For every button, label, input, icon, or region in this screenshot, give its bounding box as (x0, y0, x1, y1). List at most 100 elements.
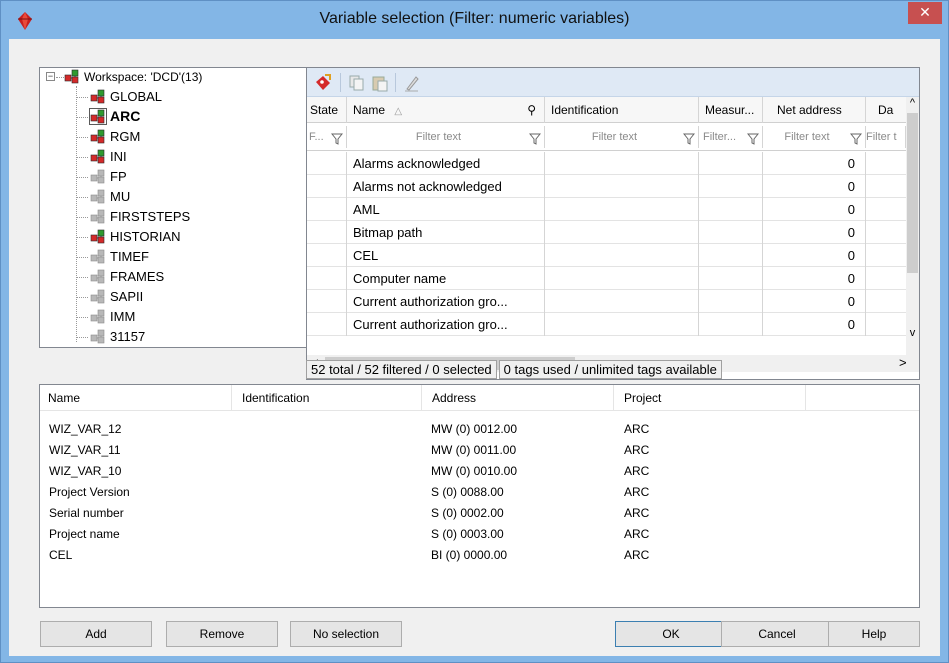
filter-funnel-icon[interactable] (682, 131, 696, 145)
tree-item-project[interactable]: FP (90, 167, 127, 186)
binoculars-search-icon[interactable]: ⚲ (527, 97, 536, 123)
grid-row[interactable]: CEL 0 (307, 244, 906, 267)
scroll-right-arrow-icon[interactable]: > (899, 355, 907, 371)
filter-cell[interactable]: Filter text (545, 126, 699, 148)
grid-cell (545, 175, 699, 198)
tree-item-label: IMM (110, 309, 136, 324)
add-button[interactable]: Add (40, 621, 152, 647)
no-selection-button[interactable]: No selection (290, 621, 402, 647)
tree-line (76, 257, 88, 258)
selected-variable-row[interactable]: WIZ_VAR_11 MW (0) 0011.00 ARC (40, 440, 919, 461)
status-tags: 0 tags used / unlimited tags available (498, 360, 722, 379)
grid-cell-name: Alarms acknowledged (347, 152, 545, 175)
scroll-up-arrow-icon[interactable]: ^ (906, 97, 919, 111)
selected-variable-row[interactable]: Project name S (0) 0003.00 ARC (40, 524, 919, 545)
filter-funnel-icon[interactable] (849, 131, 863, 145)
tree-item-project[interactable]: 31157 (90, 327, 145, 346)
grid-cell (866, 290, 906, 313)
filter-funnel-icon[interactable] (528, 131, 542, 145)
tag-add-icon[interactable] (313, 73, 333, 93)
col-header-state[interactable]: State (307, 97, 347, 123)
tree-item-project[interactable]: IMM (90, 307, 135, 326)
selected-variables-list: Name Identification Address Project WIZ_… (39, 384, 920, 608)
cancel-button[interactable]: Cancel (721, 621, 833, 647)
grid-cell-name: AML (347, 198, 545, 221)
tree-item-project[interactable]: MU (90, 187, 130, 206)
grid-cell (866, 198, 906, 221)
filter-cell[interactable]: Filter text (763, 126, 866, 148)
tree-line (76, 157, 88, 158)
filter-cell[interactable]: Filter text (347, 126, 545, 148)
tree-collapse-toggle[interactable]: − (46, 72, 55, 81)
tree-item-label: RGM (110, 129, 141, 144)
grid-row[interactable]: Alarms acknowledged 0 (307, 152, 906, 175)
project-icon (90, 169, 106, 184)
col-header-data-type[interactable]: Da (866, 97, 906, 123)
sel-cell-project: ARC (624, 485, 650, 499)
col-header-measuring-unit[interactable]: Measur... (699, 97, 763, 123)
tree-item-project[interactable]: FIRSTSTEPS (90, 207, 190, 226)
close-button[interactable]: ✕ (908, 2, 942, 24)
scroll-down-arrow-icon[interactable]: v (906, 327, 919, 341)
tree-item-project[interactable]: FRAMES (90, 267, 164, 286)
sel-col-header-project[interactable]: Project (614, 385, 806, 411)
col-header-identification[interactable]: Identification (545, 97, 699, 123)
grid-row[interactable]: AML 0 (307, 198, 906, 221)
col-header-net-address[interactable]: Net address (763, 97, 866, 123)
tree-item-project[interactable]: HISTORIAN (90, 227, 181, 246)
tree-line (56, 77, 64, 78)
grid-row[interactable]: Alarms not acknowledged 0 (307, 175, 906, 198)
sel-cell-address: S (0) 0003.00 (431, 527, 504, 541)
paste-icon[interactable] (370, 73, 390, 93)
project-icon (90, 209, 106, 224)
tree-item-project[interactable]: RGM (90, 127, 140, 146)
grid-cell (699, 244, 763, 267)
filter-cell[interactable]: Filter t (866, 126, 906, 148)
sel-col-header-address[interactable]: Address (422, 385, 614, 411)
grid-row[interactable]: Current authorization gro... 0 (307, 290, 906, 313)
col-header-name[interactable]: Name △ ⚲ (347, 97, 545, 123)
sel-cell-name: Project Version (49, 485, 130, 499)
edit-pencil-icon[interactable] (402, 73, 422, 93)
vertical-scroll-thumb[interactable] (907, 113, 918, 273)
grid-cell (699, 313, 763, 336)
filter-placeholder: Filter text (784, 131, 830, 143)
grid-row[interactable]: Computer name 0 (307, 267, 906, 290)
grid-vertical-scrollbar[interactable]: ^ v (906, 97, 919, 355)
selected-variable-row[interactable]: CEL BI (0) 0000.00 ARC (40, 545, 919, 566)
project-icon (90, 249, 106, 264)
selected-variable-row[interactable]: Serial number S (0) 0002.00 ARC (40, 503, 919, 524)
tree-line (76, 197, 88, 198)
grid-cell (545, 152, 699, 175)
tree-item-label: ARC (110, 108, 141, 124)
tree-item-project[interactable]: TIMEF (90, 247, 149, 266)
tree-item-project[interactable]: ARC (89, 107, 141, 126)
ok-button[interactable]: OK (615, 621, 727, 647)
selected-variable-row[interactable]: WIZ_VAR_10 MW (0) 0010.00 ARC (40, 461, 919, 482)
dialog-client-area: − Workspace: 'DCD'(13) GLOBAL ARC RGM INI FP… (9, 39, 940, 656)
grid-row[interactable]: Current authorization gro... 0 (307, 313, 906, 336)
selected-variable-row[interactable]: Project Version S (0) 0088.00 ARC (40, 482, 919, 503)
project-tree[interactable]: − Workspace: 'DCD'(13) GLOBAL ARC RGM INI FP… (39, 67, 310, 348)
project-icon (90, 289, 106, 304)
title-bar[interactable]: Variable selection (Filter: numeric vari… (1, 1, 948, 39)
project-icon (90, 309, 106, 324)
selected-variable-row[interactable]: WIZ_VAR_12 MW (0) 0012.00 ARC (40, 419, 919, 440)
filter-cell[interactable]: F... (307, 126, 347, 148)
grid-row[interactable]: Bitmap path 0 (307, 221, 906, 244)
copy-icon[interactable] (347, 73, 367, 93)
filter-cell[interactable]: Filter... (699, 126, 763, 148)
grid-cell (307, 198, 347, 221)
sel-col-header-identification[interactable]: Identification (232, 385, 422, 411)
help-button[interactable]: Help (828, 621, 920, 647)
grid-cell (699, 175, 763, 198)
grid-cell-net-address: 0 (763, 313, 866, 336)
tree-item-project[interactable]: SAPII (90, 287, 143, 306)
remove-button[interactable]: Remove (166, 621, 278, 647)
filter-funnel-icon[interactable] (746, 131, 760, 145)
tree-root-workspace[interactable]: Workspace: 'DCD'(13) (64, 68, 202, 87)
tree-item-project[interactable]: INI (90, 147, 127, 166)
tree-item-project[interactable]: GLOBAL (90, 87, 162, 106)
sel-col-header-name[interactable]: Name (40, 385, 232, 411)
filter-funnel-icon[interactable] (330, 131, 344, 145)
